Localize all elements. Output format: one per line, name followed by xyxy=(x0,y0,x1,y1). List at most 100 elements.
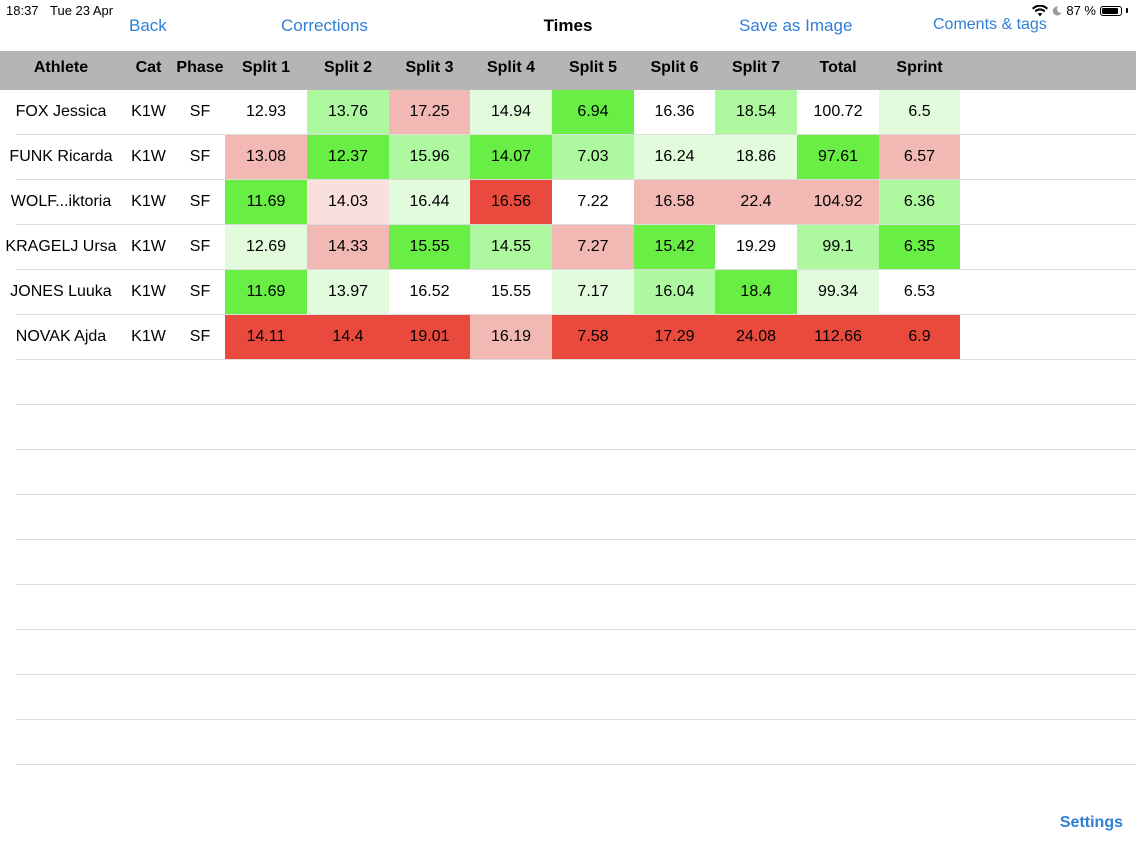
category-cell: K1W xyxy=(131,193,166,210)
time-cell: 18.86 xyxy=(715,135,797,179)
time-cell: 16.24 xyxy=(634,135,715,179)
athlete-cell: JONES Luuka xyxy=(10,283,112,300)
time-cell: 16.52 xyxy=(389,270,470,314)
corrections-button[interactable]: Corrections xyxy=(281,16,368,36)
row-separator xyxy=(16,674,1136,675)
time-cell: 97.61 xyxy=(797,135,879,179)
phase-cell: SF xyxy=(189,328,211,345)
time-cell: 104.92 xyxy=(797,180,879,224)
category-cell: K1W xyxy=(131,328,166,345)
time-cell: 6.9 xyxy=(879,315,960,359)
time-cell: 6.36 xyxy=(879,180,960,224)
athlete-cell: FUNK Ricarda xyxy=(9,148,113,165)
time-cell: 22.4 xyxy=(715,180,797,224)
time-cell: 13.08 xyxy=(225,135,307,179)
time-cell: 16.04 xyxy=(634,270,715,314)
save-as-image-button[interactable]: Save as Image xyxy=(739,16,852,36)
table-header: Athlete Cat Phase Split 1 Split 2 Split 3 Spli… xyxy=(0,51,1136,90)
table-row[interactable]: KRAGELJ Ursa K1W SF 12.69 14.33 15.55 14.55 7.2… xyxy=(0,225,1136,270)
column-header: Athlete xyxy=(33,59,89,76)
category-cell: K1W xyxy=(131,283,166,300)
time-cell: 6.94 xyxy=(552,90,634,134)
time-cell: 18.4 xyxy=(715,270,797,314)
time-cell: 13.97 xyxy=(307,270,389,314)
row-separator xyxy=(16,449,1136,450)
row-separator xyxy=(16,134,1136,135)
time-cell: 7.58 xyxy=(552,315,634,359)
back-button[interactable]: Back xyxy=(129,16,167,36)
time-cell: 16.19 xyxy=(470,315,552,359)
column-header: Split 7 xyxy=(731,59,780,76)
row-separator xyxy=(16,719,1136,720)
time-cell: 14.11 xyxy=(225,315,307,359)
column-header: Total xyxy=(819,59,857,76)
column-header: Split 2 xyxy=(323,59,372,76)
time-cell: 14.94 xyxy=(470,90,552,134)
phase-cell: SF xyxy=(189,103,211,120)
row-separator xyxy=(16,494,1136,495)
phase-cell: SF xyxy=(189,148,211,165)
time-cell: 16.36 xyxy=(634,90,715,134)
time-cell: 99.1 xyxy=(797,225,879,269)
table-row[interactable]: WOLF...iktoria K1W SF 11.69 14.03 16.44 16.56 7… xyxy=(0,180,1136,225)
time-cell: 18.54 xyxy=(715,90,797,134)
athlete-cell: KRAGELJ Ursa xyxy=(5,238,117,255)
table-row[interactable]: NOVAK Ajda K1W SF 14.11 14.4 19.01 16.19 7.58 17… xyxy=(0,315,1136,360)
column-header: Phase xyxy=(176,59,224,76)
time-cell: 112.66 xyxy=(797,315,879,359)
time-cell: 14.55 xyxy=(470,225,552,269)
time-cell: 6.5 xyxy=(879,90,960,134)
time-cell: 24.08 xyxy=(715,315,797,359)
time-cell: 14.03 xyxy=(307,180,389,224)
row-separator xyxy=(16,224,1136,225)
time-cell: 19.29 xyxy=(715,225,797,269)
row-separator xyxy=(16,269,1136,270)
nav-bar: Back Corrections Times Save as Image Com… xyxy=(0,0,1136,50)
time-cell: 15.96 xyxy=(389,135,470,179)
time-cell: 100.72 xyxy=(797,90,879,134)
column-header: Split 1 xyxy=(241,59,290,76)
comments-tags-button[interactable]: Coments & tags xyxy=(933,16,1047,34)
time-cell: 15.55 xyxy=(470,270,552,314)
row-separator xyxy=(16,764,1136,765)
time-cell: 7.22 xyxy=(552,180,634,224)
settings-button[interactable]: Settings xyxy=(1060,814,1123,832)
category-cell: K1W xyxy=(131,148,166,165)
athlete-cell: NOVAK Ajda xyxy=(15,328,107,345)
table-row[interactable]: FOX Jessica K1W SF 12.93 13.76 17.25 14.94 6.94… xyxy=(0,90,1136,135)
time-cell: 12.37 xyxy=(307,135,389,179)
time-cell: 19.01 xyxy=(389,315,470,359)
time-cell: 11.69 xyxy=(225,270,307,314)
time-cell: 12.69 xyxy=(225,225,307,269)
time-cell: 17.25 xyxy=(389,90,470,134)
time-cell: 14.33 xyxy=(307,225,389,269)
time-cell: 14.4 xyxy=(307,315,389,359)
phase-cell: SF xyxy=(189,238,211,255)
phase-cell: SF xyxy=(189,283,211,300)
row-separator xyxy=(16,179,1136,180)
column-header: Sprint xyxy=(896,59,943,76)
time-cell: 13.76 xyxy=(307,90,389,134)
time-cell: 6.53 xyxy=(879,270,960,314)
time-cell: 7.27 xyxy=(552,225,634,269)
time-cell: 16.56 xyxy=(470,180,552,224)
time-cell: 6.35 xyxy=(879,225,960,269)
time-cell: 16.44 xyxy=(389,180,470,224)
column-header: Split 5 xyxy=(568,59,617,76)
phase-cell: SF xyxy=(189,193,211,210)
time-cell: 6.57 xyxy=(879,135,960,179)
row-separator xyxy=(16,359,1136,360)
row-separator xyxy=(16,629,1136,630)
category-cell: K1W xyxy=(131,103,166,120)
time-cell: 15.55 xyxy=(389,225,470,269)
column-header: Cat xyxy=(135,59,162,76)
athlete-cell: FOX Jessica xyxy=(15,103,107,120)
table-row[interactable]: JONES Luuka K1W SF 11.69 13.97 16.52 15.55 7.17… xyxy=(0,270,1136,315)
time-cell: 7.17 xyxy=(552,270,634,314)
time-cell: 15.42 xyxy=(634,225,715,269)
time-cell: 11.69 xyxy=(225,180,307,224)
table-row[interactable]: FUNK Ricarda K1W SF 13.08 12.37 15.96 14.07 7.0… xyxy=(0,135,1136,180)
time-cell: 12.93 xyxy=(225,90,307,134)
row-separator xyxy=(16,314,1136,315)
time-cell: 14.07 xyxy=(470,135,552,179)
